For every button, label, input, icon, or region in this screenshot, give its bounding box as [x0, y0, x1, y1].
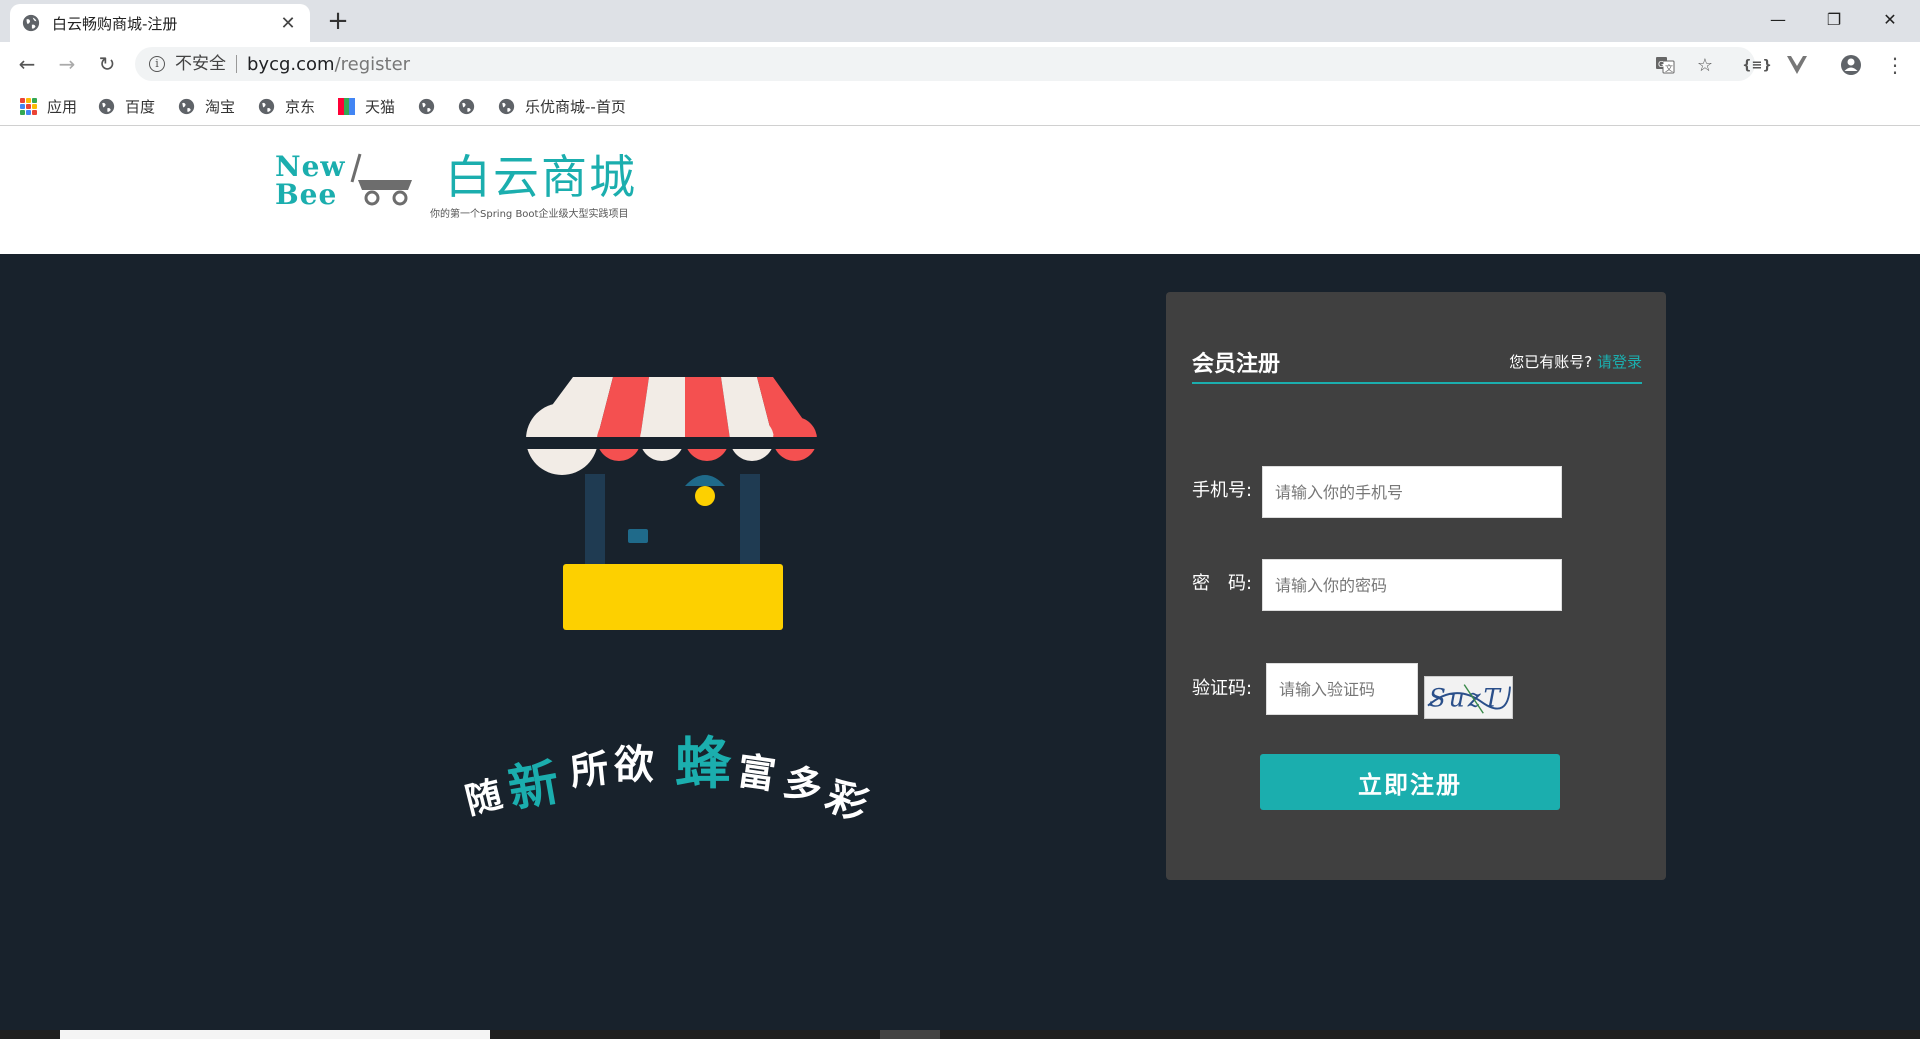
- vue-extension-icon[interactable]: [1784, 52, 1810, 78]
- apps-grid-icon: [20, 97, 37, 115]
- bookmark-label: 淘宝: [205, 97, 236, 116]
- address-bar[interactable]: i 不安全 bycg.com/register: [135, 47, 1755, 81]
- translate-icon[interactable]: G文: [1654, 54, 1676, 76]
- panel-title: 会员注册: [1192, 352, 1281, 377]
- globe-icon: [458, 98, 475, 114]
- bookmark-baidu[interactable]: 百度: [98, 95, 155, 117]
- slogan-char: 多: [779, 758, 827, 811]
- bookmarks-bar: 应用 百度 淘宝 京东 天猫 乐优商城--首页: [0, 86, 1920, 126]
- browser-tab[interactable]: 白云畅购商城-注册 ✕: [10, 4, 310, 42]
- tmall-icon: [338, 97, 356, 115]
- tab-strip: 白云畅购商城-注册 ✕ + — ❐ ✕: [0, 0, 1920, 42]
- bookmark-taobao[interactable]: 淘宝: [178, 95, 235, 117]
- slogan-char: 新: [504, 753, 564, 819]
- has-account-text: 您已有账号?: [1509, 353, 1593, 371]
- globe-icon: [498, 98, 515, 114]
- password-input[interactable]: [1262, 559, 1562, 611]
- login-link[interactable]: 请登录: [1597, 353, 1642, 371]
- panel-header: 会员注册 您已有账号? 请登录: [1192, 336, 1642, 384]
- scroll-segment[interactable]: [880, 1030, 940, 1039]
- cart-logo-icon: [350, 153, 412, 206]
- svg-text:G: G: [1658, 60, 1664, 69]
- captcha-label: 验证码:: [1192, 678, 1253, 699]
- json-extension-icon[interactable]: {≡}: [1742, 52, 1771, 78]
- url-host: bycg.com: [247, 53, 335, 75]
- bookmark-star-icon[interactable]: ☆: [1694, 54, 1716, 76]
- captcha-image[interactable]: SuzT: [1424, 676, 1513, 719]
- phone-label: 手机号:: [1192, 480, 1253, 501]
- slogan: 随 新 所 欲 蜂 富 多 彩: [460, 714, 900, 854]
- window-close-button[interactable]: ✕: [1862, 0, 1918, 38]
- globe-icon: [418, 98, 435, 114]
- brand-name[interactable]: 白云商城: [445, 141, 637, 207]
- bookmark-label: 百度: [125, 97, 156, 116]
- minimize-button[interactable]: —: [1750, 0, 1806, 38]
- register-submit-button[interactable]: 立即注册: [1260, 754, 1560, 810]
- globe-icon: [258, 98, 275, 114]
- bookmark-tmall[interactable]: 天猫: [338, 95, 395, 117]
- restore-button[interactable]: ❐: [1806, 0, 1862, 38]
- forward-arrow-icon[interactable]: →: [53, 50, 81, 78]
- reload-icon[interactable]: ↻: [93, 50, 121, 78]
- slogan-char: 随: [461, 774, 507, 823]
- slogan-char: 所: [568, 746, 611, 794]
- login-hint: 您已有账号? 请登录: [1509, 351, 1642, 372]
- tab-close-icon[interactable]: ✕: [278, 13, 298, 34]
- bookmark-unnamed-1[interactable]: [418, 95, 445, 117]
- captcha-input[interactable]: [1266, 663, 1418, 715]
- slogan-char: 蜂: [675, 732, 731, 797]
- logo-line2: Bee: [275, 178, 338, 211]
- slogan-char: 彩: [819, 772, 874, 831]
- brand-tagline: 你的第一个Spring Boot企业级大型实践项目: [430, 209, 629, 220]
- globe-icon: [22, 14, 40, 32]
- bookmark-jd[interactable]: 京东: [258, 95, 315, 117]
- register-main: 随 新 所 欲 蜂 富 多 彩 会员注册 您已有账号? 请登录 手机号: 密 码…: [0, 254, 1920, 1039]
- url-path: /register: [334, 53, 411, 75]
- new-tab-button[interactable]: +: [325, 6, 351, 36]
- security-label: 不安全: [175, 55, 237, 73]
- tab-title: 白云畅购商城-注册: [52, 14, 178, 33]
- phone-input[interactable]: [1262, 466, 1562, 518]
- shop-stall-illustration: [525, 377, 821, 630]
- slogan-char: 欲: [614, 742, 654, 788]
- menu-kebab-icon[interactable]: ⋮: [1882, 52, 1908, 78]
- account-icon[interactable]: [1838, 52, 1864, 78]
- browser-toolbar: ← → ↻ i 不安全 bycg.com/register G文 ☆ {≡} ⋮: [0, 42, 1920, 86]
- logo-line1: New: [275, 150, 346, 183]
- svg-text:文: 文: [1665, 63, 1673, 73]
- bookmark-unnamed-2[interactable]: [458, 95, 485, 117]
- bookmark-leyou[interactable]: 乐优商城--首页: [498, 95, 626, 117]
- globe-icon: [98, 98, 115, 114]
- register-panel: 会员注册 您已有账号? 请登录 手机号: 密 码: 验证码: SuzT 立即注册: [1166, 292, 1666, 880]
- slogan-char: 富: [734, 748, 779, 798]
- bottom-strip: [0, 1030, 1920, 1039]
- bookmark-label: 应用: [47, 97, 78, 116]
- bookmark-label: 乐优商城--首页: [525, 97, 626, 116]
- globe-icon: [178, 98, 195, 114]
- bookmark-label: 天猫: [365, 97, 396, 116]
- site-header: New Bee 白云商城 你的第一个Spring Boot企业级大型实践项目: [0, 127, 1920, 254]
- newbee-logo[interactable]: New Bee: [275, 153, 346, 209]
- bookmark-apps[interactable]: 应用: [20, 95, 77, 117]
- back-arrow-icon[interactable]: ←: [13, 50, 41, 78]
- info-icon[interactable]: i: [149, 56, 165, 72]
- scroll-segment[interactable]: [60, 1030, 490, 1039]
- password-label: 密 码:: [1192, 573, 1253, 594]
- bookmark-label: 京东: [285, 97, 316, 116]
